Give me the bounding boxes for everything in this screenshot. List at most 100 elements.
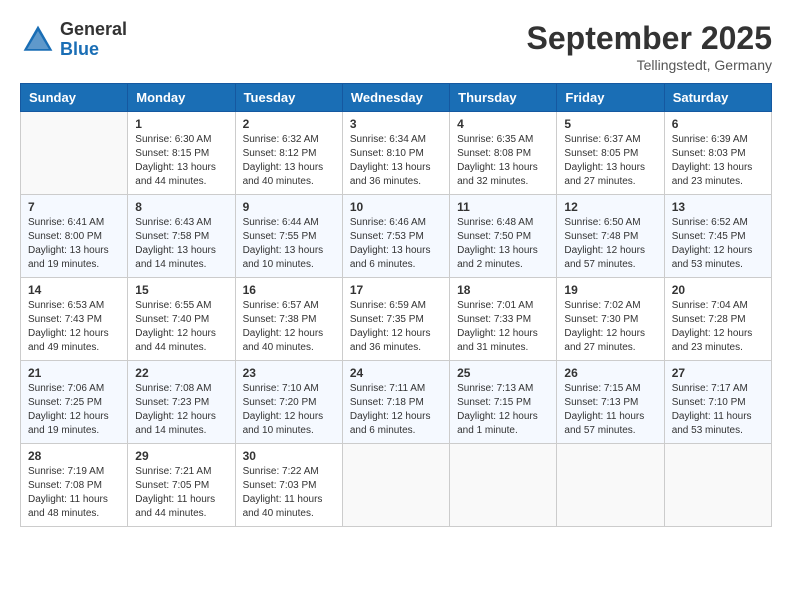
day-info: Sunrise: 7:01 AMSunset: 7:33 PMDaylight:…	[457, 299, 549, 355]
day-number: 20	[672, 283, 764, 297]
day-number: 12	[564, 200, 656, 214]
day-info: Sunrise: 6:55 AMSunset: 7:40 PMDaylight:…	[135, 299, 227, 355]
calendar-week-row: 1 Sunrise: 6:30 AMSunset: 8:15 PMDaylight…	[21, 112, 772, 195]
day-number: 15	[135, 283, 227, 297]
calendar-header-row: SundayMondayTuesdayWednesdayThursdayFrid…	[21, 84, 772, 112]
day-info: Sunrise: 6:32 AMSunset: 8:12 PMDaylight:…	[243, 133, 335, 189]
day-number: 13	[672, 200, 764, 214]
day-number: 27	[672, 366, 764, 380]
calendar-cell: 16Sunrise: 6:57 AMSunset: 7:38 PMDayligh…	[235, 278, 342, 361]
calendar-cell: 2 Sunrise: 6:32 AMSunset: 8:12 PMDaylight…	[235, 112, 342, 195]
day-info: Sunrise: 6:30 AMSunset: 8:15 PMDaylight:…	[135, 133, 227, 189]
day-number: 1	[135, 117, 227, 131]
day-info: Sunrise: 7:02 AMSunset: 7:30 PMDaylight:…	[564, 299, 656, 355]
calendar-cell: 7 Sunrise: 6:41 AMSunset: 8:00 PMDaylight…	[21, 195, 128, 278]
calendar-cell: 15 Sunrise: 6:55 AMSunset: 7:40 PMDayligh…	[128, 278, 235, 361]
day-info: Sunrise: 6:41 AMSunset: 8:00 PMDaylight:…	[28, 216, 120, 272]
day-number: 24	[350, 366, 442, 380]
calendar-cell	[664, 444, 771, 527]
day-number: 28	[28, 449, 120, 463]
calendar-cell: 6 Sunrise: 6:39 AMSunset: 8:03 PMDaylight…	[664, 112, 771, 195]
day-number: 4	[457, 117, 549, 131]
day-info: Sunrise: 7:22 AMSunset: 7:03 PMDaylight:…	[243, 465, 335, 521]
day-number: 6	[672, 117, 764, 131]
calendar-table: SundayMondayTuesdayWednesdayThursdayFrid…	[20, 83, 772, 527]
logo-general-text: General	[60, 20, 127, 40]
location-subtitle: Tellingstedt, Germany	[527, 57, 772, 73]
calendar-cell: 20Sunrise: 7:04 AMSunset: 7:28 PMDayligh…	[664, 278, 771, 361]
calendar-cell: 8 Sunrise: 6:43 AMSunset: 7:58 PMDaylight…	[128, 195, 235, 278]
day-number: 23	[243, 366, 335, 380]
logo-icon	[20, 22, 56, 58]
day-info: Sunrise: 6:44 AMSunset: 7:55 PMDaylight:…	[243, 216, 335, 272]
day-number: 9	[243, 200, 335, 214]
calendar-cell: 10 Sunrise: 6:46 AMSunset: 7:53 PMDayligh…	[342, 195, 449, 278]
day-number: 25	[457, 366, 549, 380]
day-info: Sunrise: 7:10 AMSunset: 7:20 PMDaylight:…	[243, 382, 335, 438]
day-number: 10	[350, 200, 442, 214]
day-number: 5	[564, 117, 656, 131]
day-number: 22	[135, 366, 227, 380]
day-number: 26	[564, 366, 656, 380]
day-info: Sunrise: 6:35 AMSunset: 8:08 PMDaylight:…	[457, 133, 549, 189]
calendar-cell	[21, 112, 128, 195]
title-area: September 2025 Tellingstedt, Germany	[527, 20, 772, 73]
month-title: September 2025	[527, 20, 772, 57]
day-info: Sunrise: 7:15 AMSunset: 7:13 PMDaylight:…	[564, 382, 656, 438]
logo-text: General Blue	[60, 20, 127, 60]
day-number: 29	[135, 449, 227, 463]
day-info: Sunrise: 6:52 AMSunset: 7:45 PMDaylight:…	[672, 216, 764, 272]
day-info: Sunrise: 7:13 AMSunset: 7:15 PMDaylight:…	[457, 382, 549, 438]
calendar-cell: 1 Sunrise: 6:30 AMSunset: 8:15 PMDaylight…	[128, 112, 235, 195]
calendar-cell	[342, 444, 449, 527]
day-number: 19	[564, 283, 656, 297]
column-header-friday: Friday	[557, 84, 664, 112]
day-info: Sunrise: 6:39 AMSunset: 8:03 PMDaylight:…	[672, 133, 764, 189]
logo-blue-text: Blue	[60, 40, 127, 60]
calendar-cell: 4 Sunrise: 6:35 AMSunset: 8:08 PMDaylight…	[450, 112, 557, 195]
calendar-week-row: 14Sunrise: 6:53 AMSunset: 7:43 PMDayligh…	[21, 278, 772, 361]
day-info: Sunrise: 7:21 AMSunset: 7:05 PMDaylight:…	[135, 465, 227, 521]
calendar-week-row: 28 Sunrise: 7:19 AMSunset: 7:08 PMDayligh…	[21, 444, 772, 527]
calendar-cell: 9 Sunrise: 6:44 AMSunset: 7:55 PMDaylight…	[235, 195, 342, 278]
column-header-saturday: Saturday	[664, 84, 771, 112]
calendar-cell: 14Sunrise: 6:53 AMSunset: 7:43 PMDayligh…	[21, 278, 128, 361]
calendar-week-row: 21Sunrise: 7:06 AMSunset: 7:25 PMDayligh…	[21, 361, 772, 444]
day-number: 8	[135, 200, 227, 214]
day-number: 7	[28, 200, 120, 214]
day-info: Sunrise: 6:59 AMSunset: 7:35 PMDaylight:…	[350, 299, 442, 355]
day-info: Sunrise: 7:08 AMSunset: 7:23 PMDaylight:…	[135, 382, 227, 438]
calendar-cell: 17Sunrise: 6:59 AMSunset: 7:35 PMDayligh…	[342, 278, 449, 361]
calendar-week-row: 7 Sunrise: 6:41 AMSunset: 8:00 PMDaylight…	[21, 195, 772, 278]
calendar-cell: 30Sunrise: 7:22 AMSunset: 7:03 PMDayligh…	[235, 444, 342, 527]
calendar-cell: 23 Sunrise: 7:10 AMSunset: 7:20 PMDayligh…	[235, 361, 342, 444]
column-header-monday: Monday	[128, 84, 235, 112]
column-header-wednesday: Wednesday	[342, 84, 449, 112]
calendar-cell: 22 Sunrise: 7:08 AMSunset: 7:23 PMDayligh…	[128, 361, 235, 444]
calendar-cell: 19 Sunrise: 7:02 AMSunset: 7:30 PMDayligh…	[557, 278, 664, 361]
day-number: 2	[243, 117, 335, 131]
day-number: 3	[350, 117, 442, 131]
calendar-cell: 27 Sunrise: 7:17 AMSunset: 7:10 PMDayligh…	[664, 361, 771, 444]
day-info: Sunrise: 6:50 AMSunset: 7:48 PMDaylight:…	[564, 216, 656, 272]
day-info: Sunrise: 6:43 AMSunset: 7:58 PMDaylight:…	[135, 216, 227, 272]
day-number: 11	[457, 200, 549, 214]
day-number: 18	[457, 283, 549, 297]
calendar-cell	[450, 444, 557, 527]
day-info: Sunrise: 6:34 AMSunset: 8:10 PMDaylight:…	[350, 133, 442, 189]
calendar-cell: 13 Sunrise: 6:52 AMSunset: 7:45 PMDayligh…	[664, 195, 771, 278]
calendar-cell: 21Sunrise: 7:06 AMSunset: 7:25 PMDayligh…	[21, 361, 128, 444]
calendar-cell: 26 Sunrise: 7:15 AMSunset: 7:13 PMDayligh…	[557, 361, 664, 444]
day-info: Sunrise: 7:17 AMSunset: 7:10 PMDaylight:…	[672, 382, 764, 438]
day-number: 16	[243, 283, 335, 297]
day-info: Sunrise: 7:06 AMSunset: 7:25 PMDaylight:…	[28, 382, 120, 438]
day-info: Sunrise: 7:19 AMSunset: 7:08 PMDaylight:…	[28, 465, 120, 521]
day-info: Sunrise: 6:53 AMSunset: 7:43 PMDaylight:…	[28, 299, 120, 355]
day-info: Sunrise: 6:46 AMSunset: 7:53 PMDaylight:…	[350, 216, 442, 272]
calendar-cell: 3 Sunrise: 6:34 AMSunset: 8:10 PMDaylight…	[342, 112, 449, 195]
logo: General Blue	[20, 20, 127, 60]
calendar-cell: 5Sunrise: 6:37 AMSunset: 8:05 PMDaylight…	[557, 112, 664, 195]
calendar-cell: 12 Sunrise: 6:50 AMSunset: 7:48 PMDayligh…	[557, 195, 664, 278]
column-header-sunday: Sunday	[21, 84, 128, 112]
calendar-cell: 18 Sunrise: 7:01 AMSunset: 7:33 PMDayligh…	[450, 278, 557, 361]
